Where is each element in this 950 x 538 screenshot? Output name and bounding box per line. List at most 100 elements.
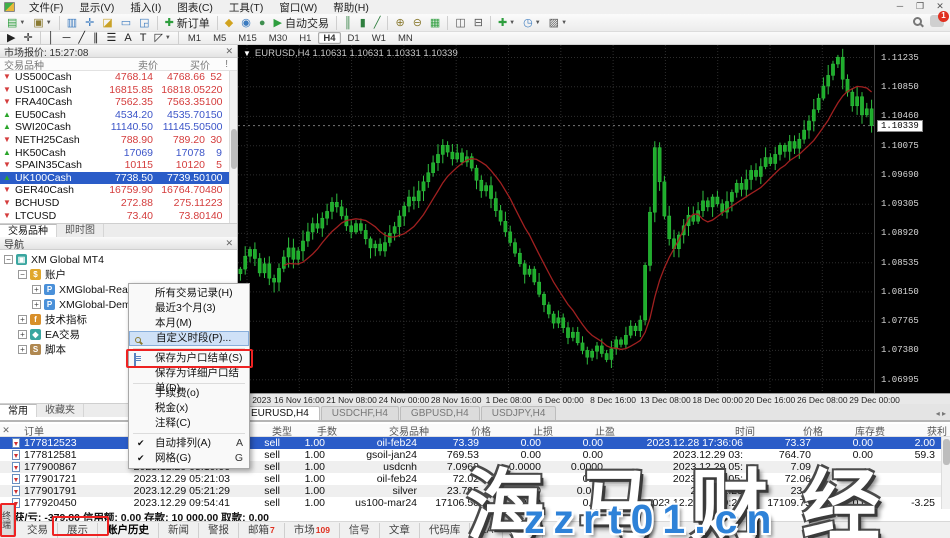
history-column-4[interactable]: 交易品种 [337,423,429,438]
terminal-tab-EA[interactable]: EA [470,523,503,538]
market-watch-row[interactable]: ▼GER40Cash16759.9016764.70480 [0,184,237,197]
timeframe-H1[interactable]: H1 [294,32,316,44]
history-scrollbar[interactable] [941,437,950,509]
market-watch-row[interactable]: ▲HK50Cash17069170789 [0,147,237,160]
terminal-close-icon[interactable]: ✕ [0,425,12,436]
fibonacci-tool[interactable]: ☰ [103,30,119,46]
timeframe-H4[interactable]: H4 [318,32,340,44]
menu-item-所有交易记录[interactable]: 所有交易记录(H) [129,286,249,301]
timeframe-M30[interactable]: M30 [264,32,292,44]
terminal-tab-邮箱[interactable]: 邮箱7 [239,523,285,538]
arrange-vertical-button[interactable]: ◫ [452,15,468,31]
new-chart-button[interactable]: ▤▼ [4,15,28,31]
timeframe-M15[interactable]: M15 [233,32,261,44]
market-watch-button[interactable]: ▥ [64,15,80,31]
chart-tab-USDJPY,H4[interactable]: USDJPY,H4 [481,406,557,420]
market-watch-row[interactable]: ▼SPAIN35Cash10115101205 [0,159,237,172]
nav-tab-常用[interactable]: 常用 [0,404,37,417]
restore-button[interactable]: ❐ [913,1,927,12]
menu-item-自动排列[interactable]: ✔自动排列(A)A [129,436,249,451]
zoom-out-button[interactable]: ⊖ [410,15,425,31]
notification-icon[interactable]: 1 [930,15,944,27]
history-column-5[interactable]: 价格 [429,423,491,438]
tree-item[interactable]: −$账户 [0,267,237,282]
metaeditor-button[interactable]: ◆ [222,15,236,31]
terminal-tab-市场[interactable]: 市场109 [285,523,340,538]
mw-tab-即时图[interactable]: 即时图 [57,224,104,237]
timeframe-M5[interactable]: M5 [208,32,231,44]
periods-button[interactable]: ◷▼ [520,15,544,31]
terminal-tab-账户历史[interactable]: 账户历史 [98,523,159,538]
history-row[interactable]: 1779017212023.12.29 05:21:03sell1.00oil-… [0,473,950,485]
market-watch-row[interactable]: ▲UK100Cash7738.507739.50100 [0,172,237,185]
history-column-10[interactable]: 库存费 [823,423,885,438]
market-watch-close-icon[interactable]: ✕ [225,46,233,57]
timeframe-MN[interactable]: MN [393,32,418,44]
terminal-button[interactable]: ▭ [118,15,134,31]
column-symbol[interactable]: 交易品种 [0,57,100,72]
column-bid[interactable]: 卖价 [100,57,158,72]
history-column-6[interactable]: 止损 [491,423,553,438]
history-column-7[interactable]: 止盈 [553,423,615,438]
data-window-button[interactable]: ✛ [82,15,97,31]
market-watch-row[interactable]: ▼BCHUSD272.88275.11223 [0,197,237,210]
label-tool[interactable]: T [137,30,150,46]
new-order-button[interactable]: ✚新订单 [162,15,213,31]
history-column-8[interactable]: 时间 [615,423,755,438]
community-button[interactable]: ● [256,15,269,31]
line-chart-button[interactable]: ╱ [371,15,384,31]
terminal-tab-警报[interactable]: 警报 [199,523,239,538]
menu-item-网格[interactable]: ✔网格(G)G [129,451,249,466]
terminal-tab-展示[interactable]: 展示 [58,523,98,538]
navigator-close-icon[interactable]: ✕ [225,238,233,249]
timeframe-M1[interactable]: M1 [183,32,206,44]
menu-item-保存为户口结单[interactable]: 保存为户口结单(S) [129,351,249,366]
tab-scroll-arrows[interactable]: ◂ ▸ [936,409,950,418]
terminal-tab-日志[interactable]: 日志 [503,523,543,538]
terminal-tab-代码库[interactable]: 代码库 [420,523,471,538]
candlestick-button[interactable]: ▮ [357,15,369,31]
menu-item-税金[interactable]: 税金(x) [129,401,249,416]
shapes-tool[interactable]: ◸▼ [151,30,173,46]
price-axis[interactable]: 1.112351.108501.104601.100751.096901.093… [874,45,950,393]
autotrading-button[interactable]: ▶自动交易 [271,15,332,31]
timeframe-D1[interactable]: D1 [343,32,365,44]
tree-expander[interactable]: + [18,330,27,339]
menu-item-自定义时段[interactable]: 自定义时段(P)... [129,331,249,346]
timeframe-W1[interactable]: W1 [367,32,391,44]
tile-windows-button[interactable]: ▦ [427,15,443,31]
market-watch-scrollbar[interactable] [229,71,237,223]
minimize-button[interactable]: ─ [893,1,907,12]
chart-tab-EURUSD,H4[interactable]: EURUSD,H4 [240,406,320,420]
history-column-0[interactable]: 订单 [12,423,122,438]
history-row[interactable]: 1779204502023.12.29 09:54:41sell1.00us10… [0,497,950,509]
search-icon[interactable] [913,17,922,26]
indicators-button[interactable]: ✚▼ [495,15,518,31]
nav-tab-收藏夹[interactable]: 收藏夹 [37,404,84,417]
tree-expander[interactable]: + [18,315,27,324]
menu-item-手续费[interactable]: 手续费(o) [129,386,249,401]
bar-chart-button[interactable]: ║ [341,15,355,31]
zoom-in-button[interactable]: ⊕ [392,15,407,31]
market-watch-row[interactable]: ▼US100Cash16815.8516818.05220 [0,84,237,97]
tree-expander[interactable]: + [32,285,41,294]
menu-item-最近3个月[interactable]: 最近3个月(3) [129,301,249,316]
channel-tool[interactable]: ∥ [90,30,102,46]
market-watch-row[interactable]: ▼NETH25Cash788.90789.2030 [0,134,237,147]
tree-expander[interactable]: + [18,345,27,354]
arrange-horizontal-button[interactable]: ⊟ [471,15,486,31]
tree-item[interactable]: −▣XM Global MT4 [0,252,237,267]
terminal-vertical-tab[interactable]: 终端 [1,504,14,536]
menu-item-本月[interactable]: 本月(M) [129,316,249,331]
tree-expander[interactable]: + [32,300,41,309]
text-tool[interactable]: A [121,30,134,46]
menu-item-保存为详细户口结单[interactable]: 保存为详细户口结单(D) [129,366,249,381]
time-axis[interactable]: 14 Nov 202316 Nov 16:0021 Nov 08:0024 No… [238,393,950,404]
terminal-tab-文章[interactable]: 文章 [380,523,420,538]
column-ask[interactable]: 买价 [158,57,210,72]
terminal-tab-信号[interactable]: 信号 [340,523,380,538]
chart-window[interactable]: ▼EURUSD,H4 1.10631 1.10631 1.10331 1.103… [238,45,950,420]
chart-tab-USDCHF,H4[interactable]: USDCHF,H4 [321,406,399,420]
tree-expander[interactable]: − [4,255,13,264]
candlestick-chart[interactable] [238,45,874,393]
